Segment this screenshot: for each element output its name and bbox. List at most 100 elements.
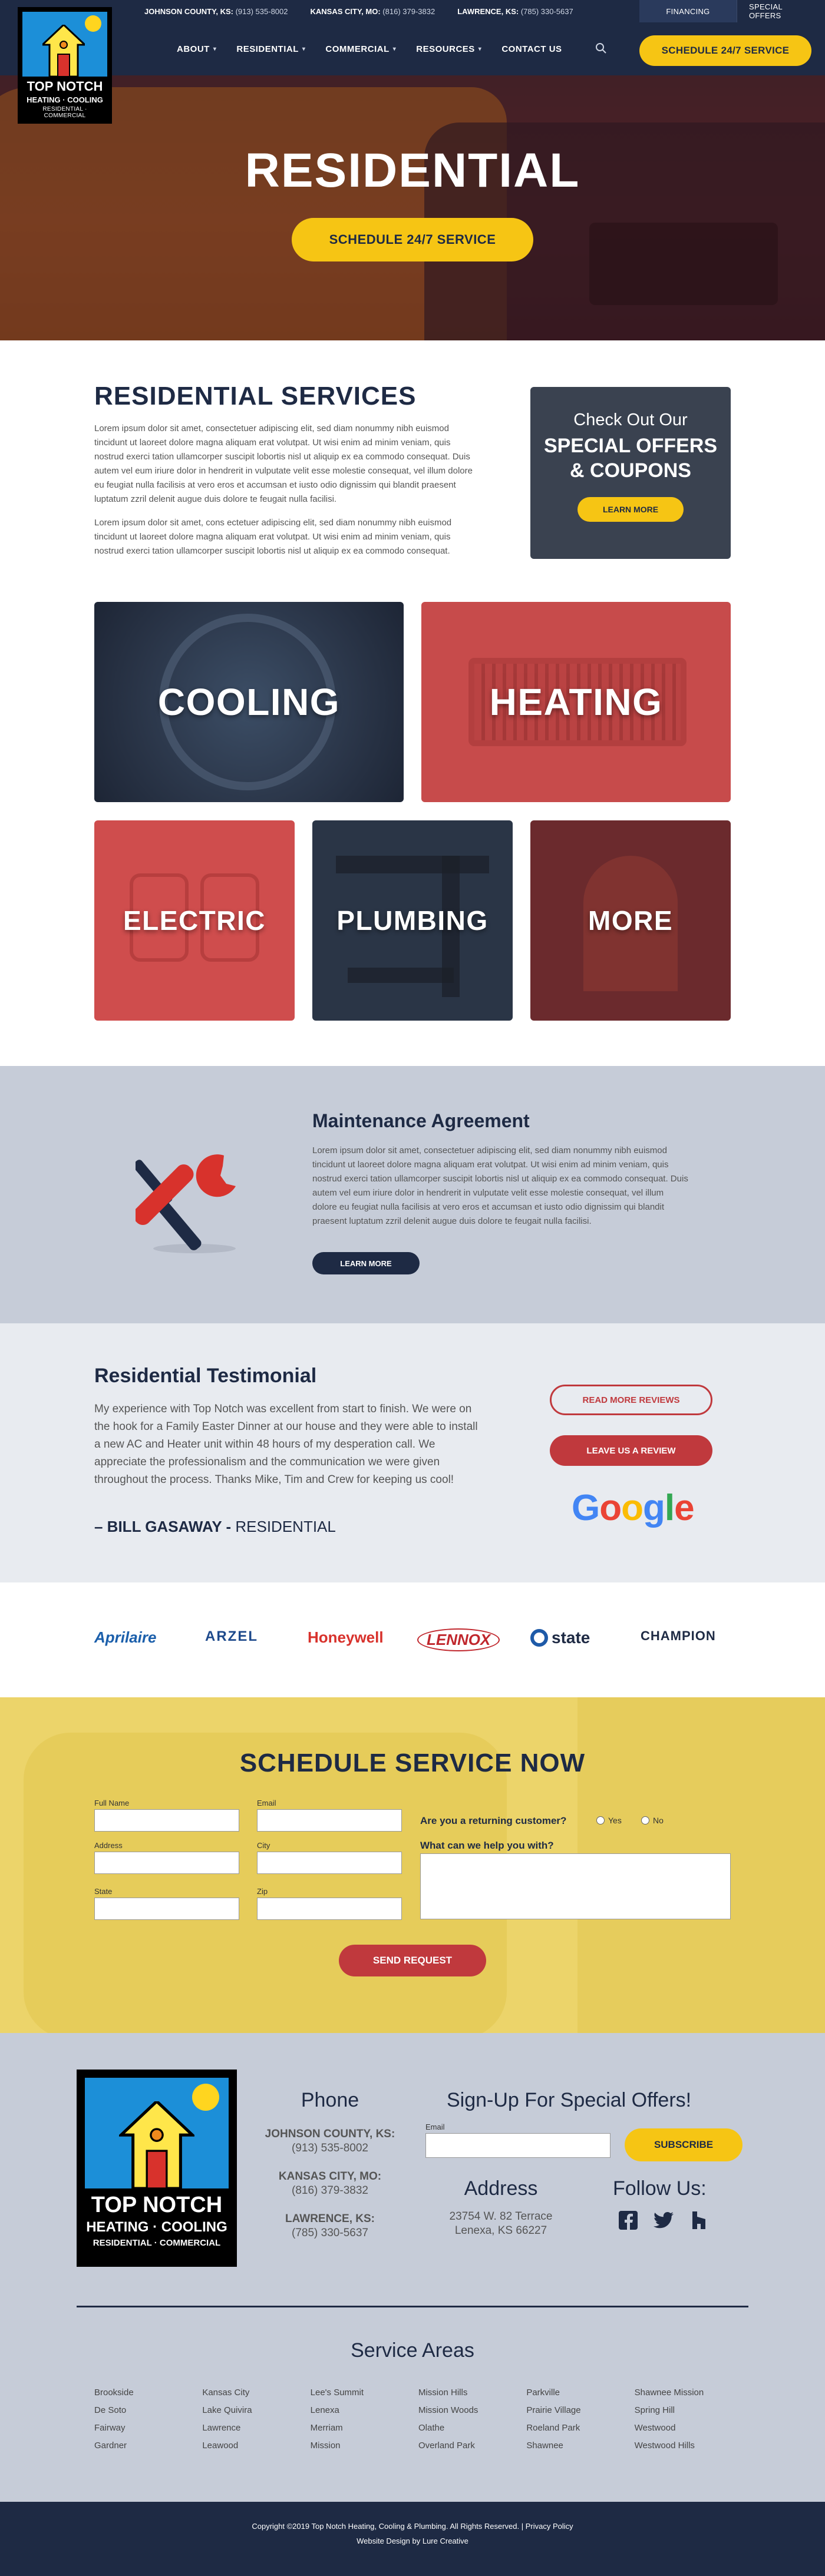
google-logo[interactable]: Google <box>572 1487 695 1529</box>
state-label: State <box>94 1887 113 1896</box>
testimonial-author: – BILL GASAWAY - RESIDENTIAL <box>94 1518 336 1536</box>
address-title: Address <box>464 2177 538 2200</box>
logo-line-3: RESIDENTIAL · COMMERCIAL <box>93 2238 221 2248</box>
testimonial-quote: My experience with Top Notch was excelle… <box>94 1403 478 1486</box>
radio-button[interactable] <box>641 1816 649 1825</box>
footer-phone-lawrence[interactable]: LAWRENCE, KS: (785) 330-5637 <box>259 2212 401 2240</box>
phone-number: (913) 535-8002 <box>292 2142 368 2154</box>
service-area-city: Parkville <box>526 2388 560 2398</box>
search-icon[interactable] <box>595 42 607 54</box>
footer-address: 23754 W. 82 Terrace Lenexa, KS 66227 <box>412 2210 589 2238</box>
radio-no[interactable]: No <box>641 1816 664 1825</box>
service-area-city: Lenexa <box>310 2405 339 2415</box>
pipe-shape <box>348 968 454 983</box>
tile-more[interactable]: MORE <box>530 820 731 1021</box>
signup-email-input[interactable] <box>425 2133 610 2158</box>
offers-learn-more-button[interactable]: LEARN MORE <box>578 497 684 522</box>
address-line-1: 23754 W. 82 Terrace <box>449 2210 553 2223</box>
nav-item-label: RESIDENTIAL <box>236 44 299 54</box>
services-paragraph-2: Lorem ipsum dolor sit amet, cons ectetue… <box>94 518 452 556</box>
maintenance-text: Lorem ipsum dolor sit amet, consectetuer… <box>312 1145 688 1226</box>
nav-item-commercial[interactable]: COMMERCIAL ▾ <box>325 44 396 54</box>
send-request-button[interactable]: SEND REQUEST <box>339 1945 486 1976</box>
services-paragraph-1: Lorem ipsum dolor sit amet, consectetuer… <box>94 423 473 504</box>
service-area-city: Westwood <box>634 2423 676 2433</box>
help-textarea[interactable] <box>420 1853 731 1919</box>
tile-label: ELECTRIC <box>123 905 266 936</box>
state-input[interactable] <box>94 1898 239 1920</box>
service-area-city: Shawnee Mission <box>634 2388 704 2398</box>
top-phone-lawrence[interactable]: LAWRENCE, KS: (785) 330-5637 <box>457 7 573 16</box>
city-label: City <box>257 1841 270 1850</box>
tile-cooling[interactable]: COOLING <box>94 602 404 802</box>
top-phone-kansas-city[interactable]: KANSAS CITY, MO: (816) 379-3832 <box>311 7 435 16</box>
phone-region: KANSAS CITY, MO: <box>310 6 381 16</box>
nav-item-residential[interactable]: RESIDENTIAL ▾ <box>236 44 305 54</box>
phone-number: (816) 379-3832 <box>292 2184 368 2197</box>
chevron-down-icon: ▾ <box>302 45 306 52</box>
phone-number: (913) 535-8002 <box>235 6 288 16</box>
facebook-icon[interactable] <box>617 2209 639 2231</box>
hero-title: RESIDENTIAL <box>245 144 580 197</box>
maintenance-learn-more-button[interactable]: LEARN MORE <box>312 1252 420 1274</box>
main-nav: ABOUT ▾ RESIDENTIAL ▾ COMMERCIAL ▾ RESOURCE… <box>0 22 825 75</box>
address-input[interactable] <box>94 1852 239 1874</box>
nav-item-about[interactable]: ABOUT ▾ <box>177 44 216 54</box>
phone-region: JOHNSON COUNTY, KS: <box>265 2128 395 2140</box>
nav-item-label: COMMERCIAL <box>325 44 390 54</box>
brand-honeywell: Honeywell <box>308 1628 384 1646</box>
tile-label: PLUMBING <box>336 905 489 936</box>
service-area-city: Merriam <box>310 2423 343 2433</box>
full-name-label: Full Name <box>94 1799 130 1807</box>
service-area-city: Leawood <box>202 2441 239 2451</box>
full-name-input[interactable] <box>94 1809 239 1832</box>
zip-input[interactable] <box>257 1898 402 1920</box>
footer-logo[interactable]: TOP NOTCH HEATING · COOLING RESIDENTIAL … <box>77 2070 237 2267</box>
radio-button[interactable] <box>596 1816 605 1825</box>
radio-yes[interactable]: Yes <box>596 1816 622 1825</box>
read-more-reviews-button[interactable]: READ MORE REVIEWS <box>550 1385 712 1415</box>
privacy-policy-link[interactable]: Privacy Policy <box>526 2522 573 2531</box>
city-input[interactable] <box>257 1852 402 1874</box>
website-credit[interactable]: Website Design by Lure Creative <box>0 2537 825 2545</box>
service-area-city: Olathe <box>418 2423 445 2433</box>
service-area-city: Mission Hills <box>418 2388 468 2398</box>
nav-item-contact-us[interactable]: CONTACT US <box>501 44 562 54</box>
zip-label: Zip <box>257 1887 268 1896</box>
hero-schedule-button[interactable]: SCHEDULE 24/7 SERVICE <box>292 218 533 261</box>
nav-item-resources[interactable]: RESOURCES ▾ <box>416 44 481 54</box>
houzz-icon[interactable] <box>688 2209 710 2231</box>
logo-artwork <box>22 12 107 77</box>
leave-review-button[interactable]: LEAVE US A REVIEW <box>550 1435 712 1466</box>
offers-line-1: Check Out Our <box>573 410 688 429</box>
financing-link[interactable]: FINANCING <box>639 0 737 22</box>
footer-phone-johnson[interactable]: JOHNSON COUNTY, KS: (913) 535-8002 <box>259 2127 401 2156</box>
tile-heating[interactable]: HEATING <box>421 602 731 802</box>
brand-champion: CHAMPION <box>641 1628 716 1643</box>
schedule-service-button[interactable]: SCHEDULE 24/7 SERVICE <box>639 35 811 66</box>
service-area-city: Lee's Summit <box>310 2388 364 2398</box>
footer: TOP NOTCH HEATING · COOLING RESIDENTIAL … <box>0 2033 825 2502</box>
top-phone-johnson[interactable]: JOHNSON COUNTY, KS: (913) 535-8002 <box>144 7 288 16</box>
twitter-icon[interactable] <box>652 2209 675 2231</box>
follow-title: Follow Us: <box>613 2177 707 2200</box>
special-offers-card[interactable]: Check Out Our SPECIAL OFFERS & COUPONS L… <box>530 387 731 559</box>
subscribe-button[interactable]: SUBSCRIBE <box>625 2128 742 2161</box>
testimonial-section: Residential Testimonial My experience wi… <box>0 1323 825 1582</box>
special-offers-link[interactable]: SPECIAL OFFERS <box>737 0 825 22</box>
brand-lennox: LENNOX <box>417 1628 500 1651</box>
pipe-shape <box>336 856 489 873</box>
offers-line-3: & COUPONS <box>570 459 691 482</box>
service-area-city: Mission Woods <box>418 2405 478 2415</box>
phone-region: LAWRENCE, KS: <box>457 6 519 16</box>
footer-divider <box>77 2306 748 2307</box>
brand-aprilaire: Aprilaire <box>94 1628 157 1646</box>
logo[interactable]: TOP NOTCH HEATING · COOLING RESIDENTIAL … <box>18 7 112 124</box>
footer-phone-kansas-city[interactable]: KANSAS CITY, MO: (816) 379-3832 <box>259 2170 401 2198</box>
brand-logos: Aprilaire ARZEL Honeywell LENNOX state C… <box>0 1582 825 1697</box>
top-bar: JOHNSON COUNTY, KS: (913) 535-8002 KANSA… <box>0 0 825 22</box>
tile-plumbing[interactable]: PLUMBING <box>312 820 513 1021</box>
tile-electric[interactable]: ELECTRIC <box>94 820 295 1021</box>
copyright-bar: Copyright ©2019 Top Notch Heating, Cooli… <box>0 2502 825 2576</box>
email-input[interactable] <box>257 1809 402 1832</box>
